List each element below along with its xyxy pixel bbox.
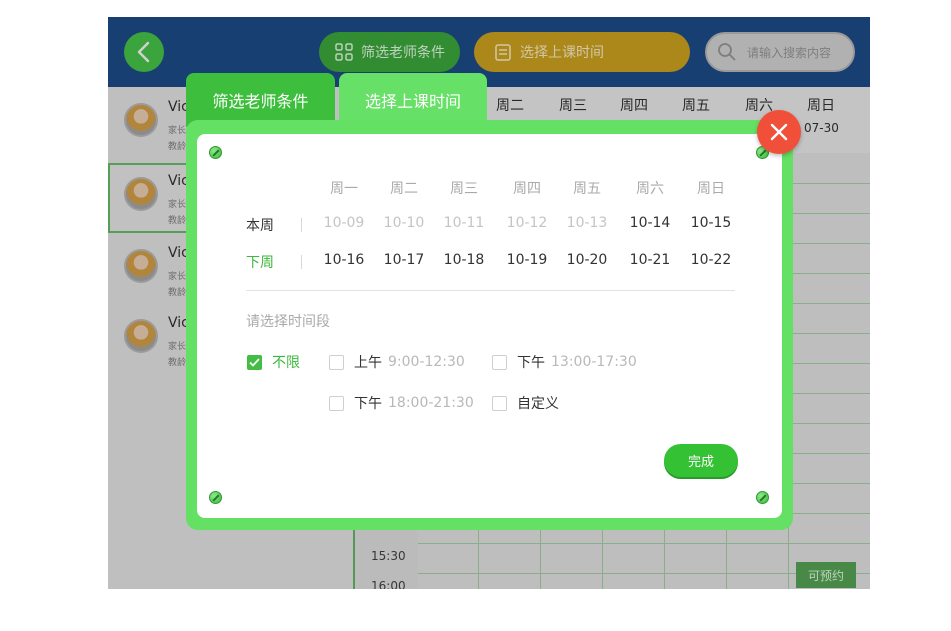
date-cell[interactable]: 10-16 <box>314 252 374 268</box>
checkbox[interactable] <box>329 354 344 370</box>
checkbox[interactable] <box>492 354 507 370</box>
divider <box>246 290 735 291</box>
close-button[interactable] <box>757 110 801 154</box>
date-cell: 10-11 <box>443 215 485 231</box>
done-button[interactable]: 完成 <box>664 444 738 477</box>
date-cell[interactable]: 10-17 <box>374 252 434 268</box>
weekday-header: 周三 <box>450 181 478 197</box>
date-cell[interactable]: 10-15 <box>681 215 741 231</box>
option-label: 不限 <box>272 355 300 371</box>
week-label-this-week[interactable]: 本周 <box>246 215 274 235</box>
option-evening[interactable]: 下午 18:00-21:30 <box>329 393 474 413</box>
rivet-icon <box>756 491 769 504</box>
date-cell: 10-09 <box>323 215 365 231</box>
option-label: 下午 <box>517 355 545 371</box>
rivet-icon <box>209 491 222 504</box>
option-custom[interactable]: 自定义 <box>492 393 559 413</box>
weekday-header: 周四 <box>513 181 541 197</box>
weekday-header: 周一 <box>330 181 358 197</box>
row-separator <box>301 218 302 232</box>
checkbox[interactable] <box>492 395 507 411</box>
time-section-title: 请选择时间段 <box>246 314 330 330</box>
option-time-range: 9:00-12:30 <box>388 354 465 370</box>
date-cell[interactable]: 10-20 <box>557 252 617 268</box>
weekday-header: 周六 <box>636 181 664 197</box>
weekday-header: 周日 <box>697 181 725 197</box>
option-time-range: 13:00-17:30 <box>551 354 637 370</box>
date-cell: 10-12 <box>506 215 548 231</box>
weekday-header: 周二 <box>390 181 418 197</box>
date-cell: 10-10 <box>383 215 425 231</box>
close-icon <box>770 123 788 141</box>
check-icon <box>249 357 260 367</box>
option-unlimited[interactable]: 不限 <box>247 352 300 372</box>
option-morning[interactable]: 上午 9:00-12:30 <box>329 352 465 372</box>
rivet-icon <box>209 146 222 159</box>
date-cell[interactable]: 10-21 <box>620 252 680 268</box>
tab-select-time[interactable]: 选择上课时间 <box>339 73 487 127</box>
week-label-next-week[interactable]: 下周 <box>246 252 274 272</box>
option-label: 上午 <box>354 355 382 371</box>
option-label: 下午 <box>354 396 382 412</box>
weekday-header: 周五 <box>573 181 601 197</box>
option-afternoon[interactable]: 下午 13:00-17:30 <box>492 352 637 372</box>
date-cell[interactable]: 10-14 <box>620 215 680 231</box>
date-cell[interactable]: 10-22 <box>681 252 741 268</box>
checkbox[interactable] <box>329 395 344 411</box>
checkbox-checked[interactable] <box>247 354 262 370</box>
date-cell: 10-13 <box>566 215 608 231</box>
option-time-range: 18:00-21:30 <box>388 395 474 411</box>
tab-filter-teacher[interactable]: 筛选老师条件 <box>186 73 335 127</box>
row-separator <box>301 255 302 269</box>
date-cell[interactable]: 10-19 <box>497 252 557 268</box>
date-cell[interactable]: 10-18 <box>434 252 494 268</box>
option-label: 自定义 <box>517 396 559 412</box>
